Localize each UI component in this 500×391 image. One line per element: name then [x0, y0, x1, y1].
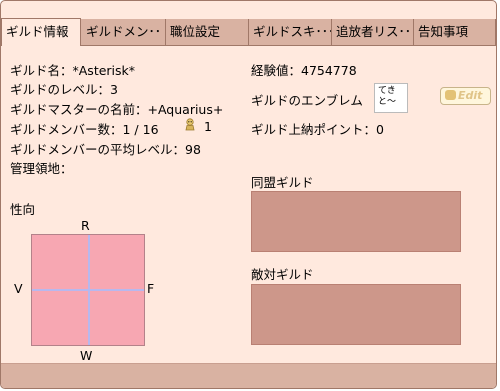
online-member-icon: [185, 118, 195, 131]
emblem-label: ギルドのエンブレム: [251, 93, 363, 108]
alignment-horizontal-axis: [32, 289, 144, 291]
guild-master-name: ギルドマスターの名前：+Aquarius+: [10, 102, 224, 117]
guild-experience: 経験値：4754778: [251, 63, 357, 78]
hostile-guild-label: 敵対ギルド: [251, 267, 314, 282]
average-member-level: ギルドメンバーの平均レベル：98: [10, 142, 201, 157]
guild-window: ギルド情報 ギルドメン･･ 職位設定 ギルドスキ･･･ 追放者リス･･･ 告知事…: [0, 0, 497, 389]
alignment-chart: [31, 234, 145, 346]
tribute-points: ギルド上納ポイント：0: [251, 122, 384, 137]
territory: 管理領地：: [10, 161, 73, 176]
alignment-label: 性向: [10, 202, 36, 217]
member-count: ギルドメンバー数：1 / 16: [10, 122, 159, 137]
tab-expulsion-list[interactable]: 追放者リス･･･: [332, 19, 414, 45]
online-member-count: 1: [204, 119, 212, 134]
alliance-guild-list[interactable]: [251, 191, 461, 252]
hostile-guild-list[interactable]: [251, 284, 461, 345]
tab-guild-members[interactable]: ギルドメン･･: [82, 19, 166, 45]
window-footer: [1, 363, 496, 388]
tab-notice[interactable]: 告知事項: [414, 19, 496, 45]
edit-emblem-button[interactable]: Edit: [440, 87, 491, 105]
tab-position-settings[interactable]: 職位設定: [166, 19, 249, 45]
guild-name: ギルド名：*Asterisk*: [10, 63, 136, 78]
guild-level: ギルドのレベル：3: [10, 82, 118, 97]
edit-button-label: Edit: [458, 89, 483, 102]
alignment-axis-right: F: [147, 281, 155, 296]
edit-icon: [445, 90, 456, 100]
guild-emblem: てき と～: [374, 83, 408, 113]
alignment-axis-left: V: [14, 281, 23, 296]
tab-guild-skills[interactable]: ギルドスキ･･･: [249, 19, 332, 45]
alignment-axis-top: R: [81, 218, 90, 233]
alliance-guild-label: 同盟ギルド: [251, 175, 314, 190]
tab-guild-info[interactable]: ギルド情報: [1, 18, 81, 46]
alignment-axis-bottom: W: [80, 348, 93, 363]
